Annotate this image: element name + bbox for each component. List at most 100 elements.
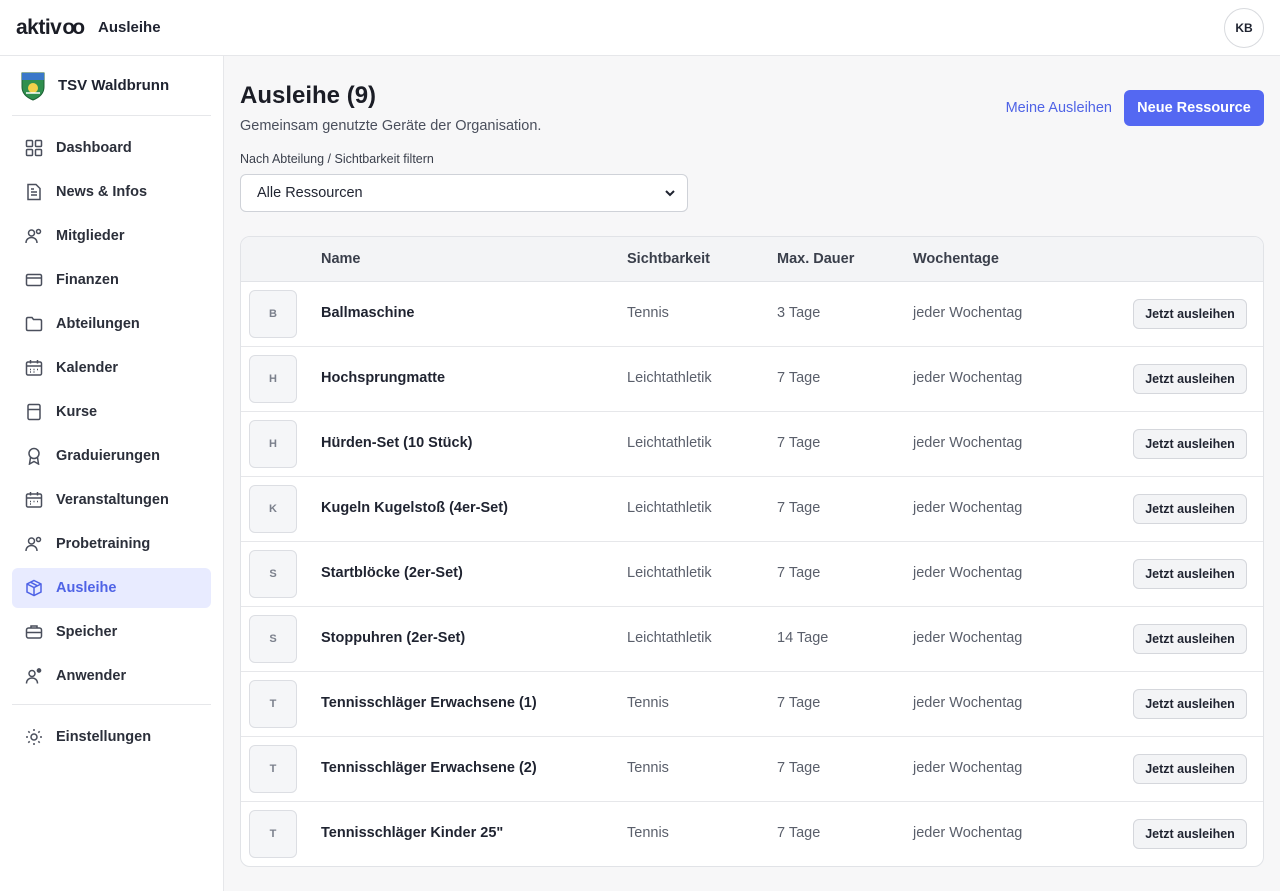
resource-name[interactable]: Startblöcke (2er-Set) — [321, 565, 463, 581]
column-header-duration[interactable]: Max. Dauer — [777, 251, 854, 267]
resource-duration: 7 Tage — [777, 760, 821, 776]
sidebar-item-label: Kurse — [56, 404, 98, 420]
resource-name[interactable]: Tennisschläger Erwachsene (2) — [321, 760, 537, 776]
resource-duration: 3 Tage — [777, 305, 821, 321]
users-trial-icon — [24, 534, 44, 554]
resource-name[interactable]: Tennisschläger Erwachsene (1) — [321, 695, 537, 711]
column-header-weekdays[interactable]: Wochentage — [913, 251, 999, 267]
table-row: B Ballmaschine Tennis 3 Tage jeder Woche… — [241, 282, 1263, 347]
borrow-button[interactable]: Jetzt ausleihen — [1133, 364, 1247, 394]
calendar-event-icon — [24, 490, 44, 510]
borrow-button[interactable]: Jetzt ausleihen — [1133, 689, 1247, 719]
resource-duration: 7 Tage — [777, 695, 821, 711]
my-loans-link[interactable]: Meine Ausleihen — [1006, 90, 1112, 126]
users-icon — [24, 226, 44, 246]
grid-icon — [24, 138, 44, 158]
resource-visibility: Leichtathletik — [627, 435, 712, 451]
borrow-button[interactable]: Jetzt ausleihen — [1133, 299, 1247, 329]
sidebar-item-ausleihe[interactable]: Ausleihe — [12, 568, 211, 608]
org-header[interactable]: TSV Waldbrunn — [12, 56, 211, 116]
resource-thumbnail: H — [249, 420, 297, 468]
app-logo[interactable]: aktiv oo — [16, 16, 85, 40]
column-header-visibility[interactable]: Sichtbarkeit — [627, 251, 710, 267]
gear-icon — [24, 727, 44, 747]
resource-visibility: Leichtathletik — [627, 500, 712, 516]
sidebar-item-mitglieder[interactable]: Mitglieder — [12, 216, 211, 256]
sidebar-item-speicher[interactable]: Speicher — [12, 612, 211, 652]
org-name: TSV Waldbrunn — [58, 77, 170, 94]
resource-visibility: Tennis — [627, 825, 669, 841]
resource-name[interactable]: Ballmaschine — [321, 305, 415, 321]
sidebar-item-label: Veranstaltungen — [56, 492, 169, 508]
filter-label: Nach Abteilung / Sichtbarkeit filtern — [240, 152, 434, 166]
box-icon — [24, 578, 44, 598]
resource-duration: 14 Tage — [777, 630, 829, 646]
sidebar-item-label: Abteilungen — [56, 316, 140, 332]
new-resource-button[interactable]: Neue Ressource — [1124, 90, 1264, 126]
resource-thumbnail: T — [249, 745, 297, 793]
sidebar-item-label: Speicher — [56, 624, 118, 640]
table-row: H Hochsprungmatte Leichtathletik 7 Tage … — [241, 347, 1263, 412]
borrow-button[interactable]: Jetzt ausleihen — [1133, 624, 1247, 654]
sidebar-item-label: Ausleihe — [56, 580, 117, 596]
sidebar-item-einstellungen[interactable]: Einstellungen — [12, 717, 211, 757]
resource-thumbnail: T — [249, 680, 297, 728]
borrow-button[interactable]: Jetzt ausleihen — [1133, 429, 1247, 459]
resource-visibility: Leichtathletik — [627, 630, 712, 646]
filter-select[interactable]: Alle Ressourcen — [240, 174, 688, 212]
sidebar-item-abteilungen[interactable]: Abteilungen — [12, 304, 211, 344]
top-page-label: Ausleihe — [98, 19, 161, 36]
resource-name[interactable]: Hochsprungmatte — [321, 370, 445, 386]
sidebar-item-graduierungen[interactable]: Graduierungen — [12, 436, 211, 476]
sidebar-item-label: Anwender — [56, 668, 127, 684]
user-settings-icon — [24, 666, 44, 686]
resource-duration: 7 Tage — [777, 500, 821, 516]
borrow-button[interactable]: Jetzt ausleihen — [1133, 754, 1247, 784]
sidebar-item-anwender[interactable]: Anwender — [12, 656, 211, 696]
table-row: T Tennisschläger Erwachsene (1) Tennis 7… — [241, 672, 1263, 737]
avatar[interactable]: KB — [1224, 8, 1264, 48]
award-icon — [24, 446, 44, 466]
borrow-button[interactable]: Jetzt ausleihen — [1133, 559, 1247, 589]
document-icon — [24, 182, 44, 202]
sidebar-item-dashboard[interactable]: Dashboard — [12, 128, 211, 168]
resource-duration: 7 Tage — [777, 565, 821, 581]
table-row: H Hürden-Set (10 Stück) Leichtathletik 7… — [241, 412, 1263, 477]
borrow-button[interactable]: Jetzt ausleihen — [1133, 819, 1247, 849]
sidebar: TSV Waldbrunn Dashboard News & Infos Mit… — [0, 56, 224, 891]
wallet-icon — [24, 270, 44, 290]
resource-name[interactable]: Hürden-Set (10 Stück) — [321, 435, 472, 451]
sidebar-nav: Dashboard News & Infos Mitglieder Finanz… — [0, 116, 223, 757]
chevron-down-icon — [665, 190, 675, 197]
column-header-name[interactable]: Name — [321, 251, 361, 267]
resource-duration: 7 Tage — [777, 435, 821, 451]
resource-duration: 7 Tage — [777, 825, 821, 841]
resource-weekdays: jeder Wochentag — [913, 435, 1023, 451]
table-header: Name Sichtbarkeit Max. Dauer Wochentage — [241, 237, 1263, 282]
table-row: S Stoppuhren (2er-Set) Leichtathletik 14… — [241, 607, 1263, 672]
sidebar-item-kurse[interactable]: Kurse — [12, 392, 211, 432]
sidebar-item-finanzen[interactable]: Finanzen — [12, 260, 211, 300]
sidebar-item-label: Graduierungen — [56, 448, 160, 464]
filter-selected-value: Alle Ressourcen — [257, 185, 363, 201]
sidebar-divider — [12, 704, 211, 705]
sidebar-item-probetraining[interactable]: Probetraining — [12, 524, 211, 564]
storage-icon — [24, 622, 44, 642]
borrow-button[interactable]: Jetzt ausleihen — [1133, 494, 1247, 524]
sidebar-item-kalender[interactable]: Kalender — [12, 348, 211, 388]
sidebar-item-label: Probetraining — [56, 536, 151, 552]
resource-thumbnail: K — [249, 485, 297, 533]
resource-visibility: Tennis — [627, 305, 669, 321]
top-bar: aktiv oo Ausleihe KB — [0, 0, 1280, 56]
page-title: Ausleihe (9) — [240, 82, 377, 109]
resource-name[interactable]: Kugeln Kugelstoß (4er-Set) — [321, 500, 508, 516]
sidebar-item-news[interactable]: News & Infos — [12, 172, 211, 212]
table-row: S Startblöcke (2er-Set) Leichtathletik 7… — [241, 542, 1263, 607]
table-row: T Tennisschläger Kinder 25" Tennis 7 Tag… — [241, 802, 1263, 866]
resource-weekdays: jeder Wochentag — [913, 630, 1023, 646]
sidebar-item-veranstaltungen[interactable]: Veranstaltungen — [12, 480, 211, 520]
resource-name[interactable]: Stoppuhren (2er-Set) — [321, 630, 465, 646]
resource-weekdays: jeder Wochentag — [913, 500, 1023, 516]
resources-table: Name Sichtbarkeit Max. Dauer Wochentage … — [240, 236, 1264, 867]
resource-name[interactable]: Tennisschläger Kinder 25" — [321, 825, 503, 841]
